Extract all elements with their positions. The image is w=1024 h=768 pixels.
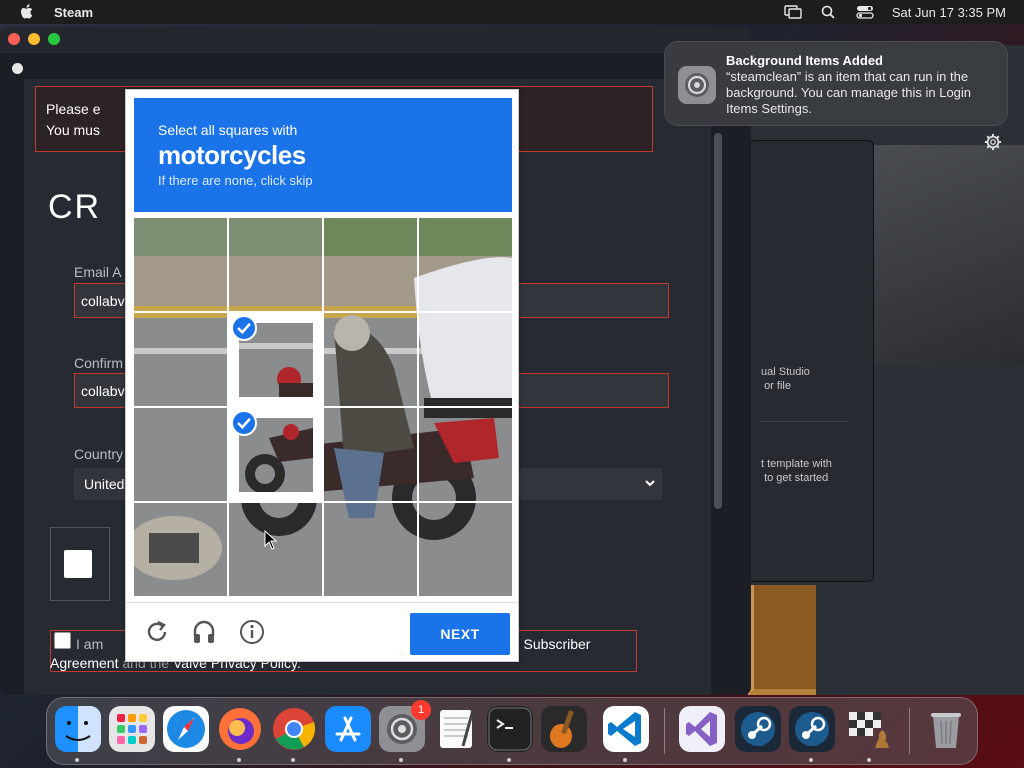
running-indicator: [237, 758, 241, 762]
garageband-icon[interactable]: [541, 706, 587, 752]
steam-icon[interactable]: [789, 706, 835, 752]
minimize-button[interactable]: [28, 33, 40, 45]
captcha-footer: NEXT: [126, 602, 518, 662]
country-value: United: [84, 476, 125, 492]
audio-icon[interactable]: [191, 619, 217, 645]
running-indicator: [809, 758, 813, 762]
trash-icon[interactable]: [923, 706, 969, 752]
page-title: CR: [48, 188, 102, 226]
captcha-challenge: Select all squares with motorcycles If t…: [125, 89, 519, 662]
vscode-icon[interactable]: [603, 706, 649, 752]
firefox-icon[interactable]: [217, 706, 263, 752]
terminal-icon[interactable]: [487, 706, 533, 752]
captcha-image-grid: [134, 218, 512, 596]
launchpad-icon[interactable]: [109, 706, 155, 752]
divider: [759, 421, 849, 422]
captcha-hint: If there are none, click skip: [158, 173, 313, 188]
info-icon[interactable]: [239, 619, 265, 645]
running-indicator: [507, 758, 511, 762]
mouse-cursor: [264, 530, 278, 550]
visual-studio-icon[interactable]: [679, 706, 725, 752]
running-indicator: [623, 758, 627, 762]
zoom-button[interactable]: [48, 33, 60, 45]
notification-badge: 1: [411, 700, 431, 720]
safari-icon[interactable]: [163, 706, 209, 752]
checkmark-icon: [231, 410, 257, 436]
chess-icon[interactable]: [847, 706, 893, 752]
steam-icon[interactable]: [735, 706, 781, 752]
app-store-icon[interactable]: [325, 706, 371, 752]
running-indicator: [75, 758, 79, 762]
scrollbar-thumb[interactable]: [714, 133, 722, 509]
finder-icon[interactable]: [55, 706, 101, 752]
reload-icon[interactable]: [144, 619, 170, 645]
close-button[interactable]: [8, 33, 20, 45]
chrome-icon[interactable]: [271, 706, 317, 752]
email-value: collabv: [81, 293, 125, 309]
menu-bar: Steam Sat Jun 17 3:35 PM: [0, 0, 1024, 24]
status-dot: [12, 63, 23, 74]
recaptcha-checkbox[interactable]: [64, 550, 92, 578]
spotlight-icon[interactable]: [820, 4, 838, 20]
textedit-icon[interactable]: [433, 706, 479, 752]
notification-body: “steamclean” is an item that can run in …: [726, 69, 972, 116]
captcha-target: motorcycles: [158, 140, 306, 170]
agree-text: I am: [76, 636, 104, 652]
bg-text-4: to get started: [764, 472, 829, 484]
notification-banner[interactable]: Background Items Added “steamclean” is a…: [664, 41, 1008, 126]
recaptcha-box: [50, 527, 110, 601]
app-menu-steam[interactable]: Steam: [54, 5, 93, 20]
system-settings-dock-icon[interactable]: 1: [379, 700, 431, 752]
title-bar: [0, 27, 751, 53]
checkmark-icon: [231, 315, 257, 341]
screen-mirror-icon[interactable]: [784, 4, 802, 20]
gear-icon[interactable]: [984, 133, 1002, 151]
background-3d-shape: [874, 145, 1024, 365]
running-indicator: [399, 758, 403, 762]
email-label: Email A: [74, 264, 122, 280]
control-center-icon[interactable]: [856, 4, 874, 20]
bg-text-2: or file: [764, 380, 791, 392]
dock: 1: [46, 697, 978, 765]
menubar-clock[interactable]: Sat Jun 17 3:35 PM: [892, 5, 1006, 20]
background-app-window: ual Studio or file t template with to ge…: [740, 45, 1024, 695]
system-settings-icon: [678, 66, 716, 104]
wood-object: [748, 585, 816, 695]
country-label: Country: [74, 446, 124, 462]
running-indicator: [867, 758, 871, 762]
confirm-email-label: Confirm: [74, 355, 124, 371]
apple-icon[interactable]: [20, 4, 34, 20]
next-button[interactable]: NEXT: [410, 613, 510, 655]
background-panel: ual Studio or file t template with to ge…: [748, 140, 874, 582]
agree-checkbox[interactable]: [54, 632, 71, 649]
running-indicator: [291, 758, 295, 762]
bg-text-1: ual Studio: [761, 366, 810, 378]
subscriber-agreement-link[interactable]: m Subscriber: [508, 636, 590, 652]
agreement-link[interactable]: Agreement: [50, 655, 118, 671]
notification-title: Background Items Added: [726, 53, 883, 68]
bg-text-3: t template with: [761, 458, 832, 470]
chevron-down-icon: [645, 480, 655, 487]
confirm-email-value: collabv: [81, 383, 125, 399]
captcha-instruction: Select all squares with: [158, 122, 298, 138]
captcha-header: Select all squares with motorcycles If t…: [134, 98, 512, 212]
